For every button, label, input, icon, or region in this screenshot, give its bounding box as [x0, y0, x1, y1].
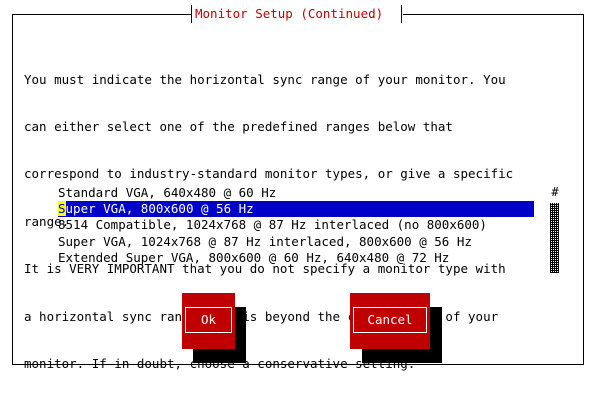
- ok-button-label: Ok: [185, 307, 232, 333]
- cancel-button[interactable]: Cancel: [350, 293, 430, 349]
- title-right-tick: [401, 5, 402, 23]
- instructions-line: correspond to industry-standard monitor …: [24, 166, 514, 182]
- list-scrollbar[interactable]: [550, 203, 559, 273]
- dialog-border-right: [583, 14, 584, 364]
- dialog-border-top-left: [12, 14, 192, 15]
- instructions-line: a horizontal sync range that is beyond t…: [24, 308, 499, 324]
- dialog-border-top-right: [403, 14, 583, 15]
- cancel-button-label: Cancel: [353, 307, 427, 333]
- list-item-standard-vga[interactable]: Standard VGA, 640x480 @ 60 Hz: [58, 185, 534, 201]
- list-item-super-vga-800[interactable]: Super VGA, 800x600 @ 56 Hz: [58, 201, 534, 218]
- list-item-super-vga-1024[interactable]: Super VGA, 1024x768 @ 87 Hz interlaced, …: [58, 234, 534, 250]
- title-left-tick: [191, 5, 192, 23]
- monitor-setup-dialog: Monitor Setup (Continued) You must indic…: [0, 0, 595, 376]
- dialog-title: Monitor Setup (Continued): [195, 5, 400, 23]
- scroll-position-marker: #: [551, 185, 559, 199]
- instructions-line: You must indicate the horizontal sync ra…: [24, 71, 506, 87]
- list-cursor-char: S: [58, 201, 66, 217]
- instructions-line: can either select one of the predefined …: [24, 118, 453, 134]
- dialog-border-left: [12, 14, 13, 364]
- list-item-label: uper VGA, 800x600 @ 56 Hz: [65, 201, 254, 217]
- list-item-extended-super-vga[interactable]: Extended Super VGA, 800x600 @ 60 Hz, 640…: [58, 250, 534, 266]
- ok-button[interactable]: Ok: [182, 293, 235, 349]
- list-item-8514-compatible[interactable]: 8514 Compatible, 1024x768 @ 87 Hz interl…: [58, 217, 534, 233]
- monitor-type-list[interactable]: Standard VGA, 640x480 @ 60 Hz Super VGA,…: [58, 185, 534, 266]
- instructions-line: monitor. If in doubt, choose a conservat…: [24, 355, 416, 371]
